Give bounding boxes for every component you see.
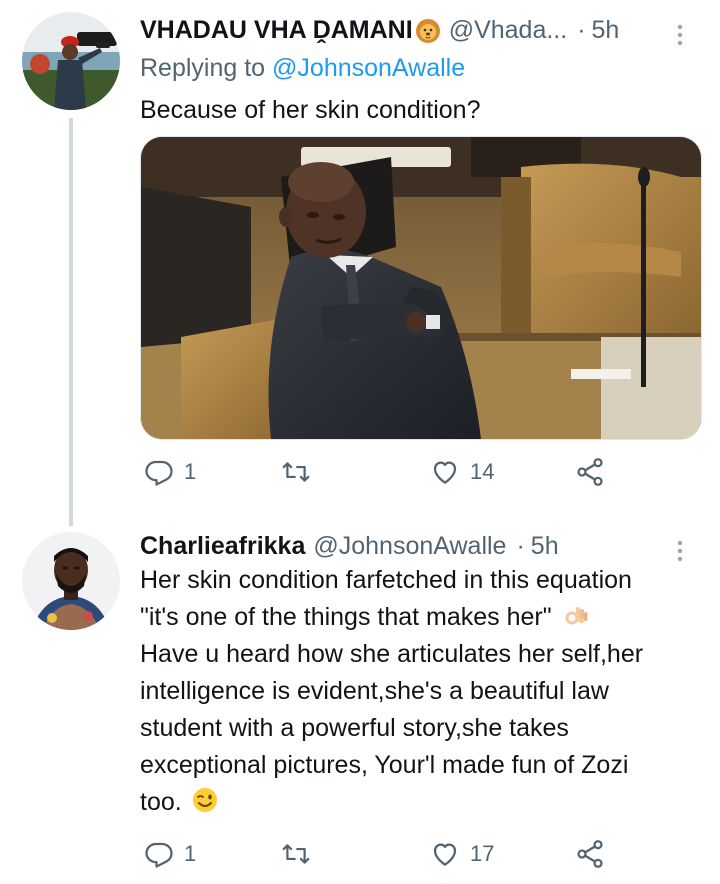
tweet-text: Her skin condition farfetched in this eq… — [140, 562, 700, 821]
reply-icon — [145, 460, 173, 486]
reply-icon — [145, 842, 173, 868]
author-handle[interactable]: @JohnsonAwalle — [313, 532, 506, 561]
retweet-button[interactable] — [280, 834, 322, 874]
tweet-text-line: exceptional pictures, Your'l made fun of… — [140, 751, 629, 779]
retweet-icon — [282, 462, 310, 482]
tweet-text-line: Her skin condition farfetched in this eq… — [140, 566, 632, 594]
timestamp[interactable]: 5h — [592, 16, 620, 45]
tweet-text-line-with-emoji: "it's one of the things that makes her" — [140, 599, 700, 636]
reply-button[interactable]: 1 — [144, 834, 196, 874]
share-icon — [577, 458, 603, 486]
display-name[interactable]: Charlieafrikka — [140, 532, 305, 561]
display-name[interactable]: VHADAU VHA ḒAMANI — [140, 16, 413, 45]
thread-connector-line — [69, 118, 73, 526]
heart-icon — [433, 843, 457, 866]
reply-button[interactable]: 1 — [144, 452, 196, 492]
replying-to-mention[interactable]: @JohnsonAwalle — [272, 54, 465, 82]
tweet-2[interactable]: Charlieafrikka @JohnsonAwalle · 5h Her s… — [0, 510, 720, 884]
like-count: 17 — [470, 841, 495, 866]
tweet-text-line: student with a powerful story,she takes — [140, 714, 569, 742]
tweet-actions: 1 14 — [140, 452, 700, 492]
replying-to-line: Replying to @JohnsonAwalle — [140, 54, 465, 83]
tweet-text-line-with-emoji: too. — [140, 784, 700, 821]
more-options-icon[interactable] — [670, 22, 690, 50]
avatar-vhadau[interactable] — [22, 12, 120, 110]
replying-to-prefix: Replying to — [140, 54, 273, 82]
like-button[interactable]: 17 — [430, 834, 494, 874]
tweet-1[interactable]: VHADAU VHA ḒAMANI @Vhada... · 5h Replyin… — [0, 0, 720, 526]
like-button[interactable]: 14 — [430, 452, 494, 492]
heart-icon — [433, 461, 457, 484]
separator-dot: · — [516, 532, 525, 560]
winking-face-emoji-icon — [191, 786, 219, 814]
lion-face-emoji-icon — [415, 18, 441, 44]
tweet-header: VHADAU VHA ḒAMANI @Vhada... · 5h — [140, 16, 690, 46]
tweet-photo[interactable] — [140, 136, 702, 440]
share-icon — [577, 840, 603, 868]
share-button[interactable] — [574, 452, 606, 492]
retweet-icon — [282, 844, 310, 864]
tweet-header: Charlieafrikka @JohnsonAwalle · 5h — [140, 532, 690, 562]
tweet-text-line: Have u heard how she articulates her sel… — [140, 640, 644, 668]
like-count: 14 — [470, 459, 495, 484]
tweet-actions: 1 17 — [140, 834, 700, 874]
author-handle[interactable]: @Vhada... — [449, 16, 568, 45]
tweet-text-line: too. — [140, 788, 182, 816]
reply-count: 1 — [184, 459, 197, 484]
timestamp[interactable]: 5h — [531, 532, 559, 561]
tweet-text: Because of her skin condition? — [140, 96, 481, 124]
tweet-text-line: "it's one of the things that makes her" — [140, 603, 552, 631]
retweet-button[interactable] — [280, 452, 322, 492]
avatar-charlieafrikka[interactable] — [22, 532, 120, 630]
share-button[interactable] — [574, 834, 606, 874]
separator-dot: · — [577, 16, 586, 44]
ok-hand-emoji-icon — [561, 601, 589, 629]
reply-count: 1 — [184, 841, 197, 866]
tweet-text-line: intelligence is evident,she's a beautifu… — [140, 677, 609, 705]
